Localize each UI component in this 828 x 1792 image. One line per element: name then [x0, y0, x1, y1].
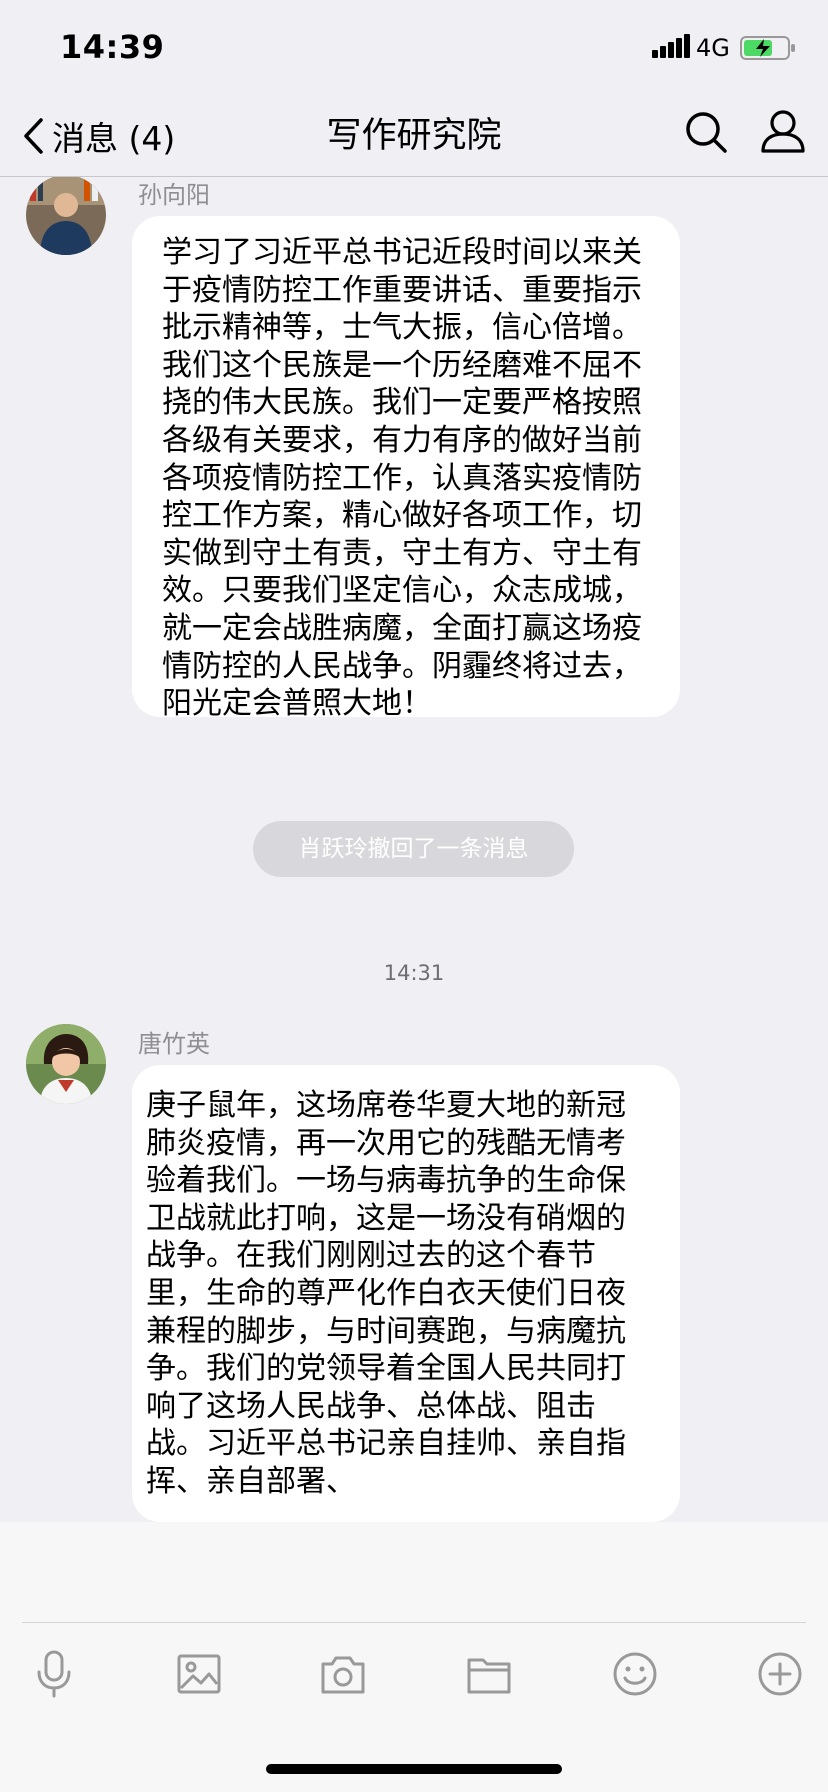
recall-notice: 肖跃玲撤回了一条消息 — [253, 821, 574, 877]
message-bubble[interactable]: 学习了习近平总书记近段时间以来关于疫情防控工作重要讲话、重要指示批示精神等，士气… — [132, 216, 680, 717]
avatar-image — [26, 177, 106, 255]
avatar-image — [26, 1024, 106, 1104]
plus-icon[interactable] — [754, 1648, 806, 1700]
profile-icon[interactable] — [760, 108, 806, 154]
message-timestamp: 14:31 — [383, 961, 445, 985]
image-icon[interactable] — [173, 1648, 225, 1700]
message-bubble[interactable]: 庚子鼠年，这场席卷华夏大地的新冠肺炎疫情，再一次用它的残酷无情考验着我们。一场与… — [132, 1065, 680, 1522]
network-type: 4G — [696, 34, 730, 62]
camera-icon[interactable] — [317, 1648, 369, 1700]
message-text: 学习了习近平总书记近段时间以来关于疫情防控工作重要讲话、重要指示批示精神等，士气… — [162, 235, 642, 717]
chevron-left-icon — [24, 118, 43, 154]
back-label: 消息 (4) — [52, 119, 176, 158]
emoji-icon[interactable] — [609, 1648, 661, 1700]
back-button[interactable]: 消息 (4) — [22, 108, 175, 164]
input-area — [0, 1522, 828, 1792]
battery-charging-icon — [740, 36, 795, 60]
status-bar: 14:39 4G — [0, 0, 828, 96]
input-divider — [22, 1622, 806, 1623]
avatar[interactable] — [26, 177, 106, 255]
search-icon[interactable] — [684, 110, 728, 154]
sender-name: 唐竹英 — [138, 1030, 210, 1058]
chat-screen: 14:39 4G 消息 (4) 写作研究院 孙向阳 学习了习近平总书记近段时间以… — [0, 0, 828, 1792]
sender-name: 孙向阳 — [138, 181, 210, 209]
chat-title: 写作研究院 — [326, 116, 502, 156]
message-text: 庚子鼠年，这场席卷华夏大地的新冠肺炎疫情，再一次用它的残酷无情考验着我们。一场与… — [146, 1088, 626, 1499]
signal-icon — [652, 34, 690, 58]
status-time: 14:39 — [60, 28, 165, 66]
home-indicator[interactable] — [266, 1764, 562, 1774]
folder-icon[interactable] — [463, 1648, 515, 1700]
microphone-icon[interactable] — [28, 1648, 80, 1700]
message-list[interactable]: 孙向阳 学习了习近平总书记近段时间以来关于疫情防控工作重要讲话、重要指示批示精神… — [0, 177, 828, 1522]
nav-bar: 消息 (4) 写作研究院 — [0, 96, 828, 177]
avatar[interactable] — [26, 1024, 106, 1104]
